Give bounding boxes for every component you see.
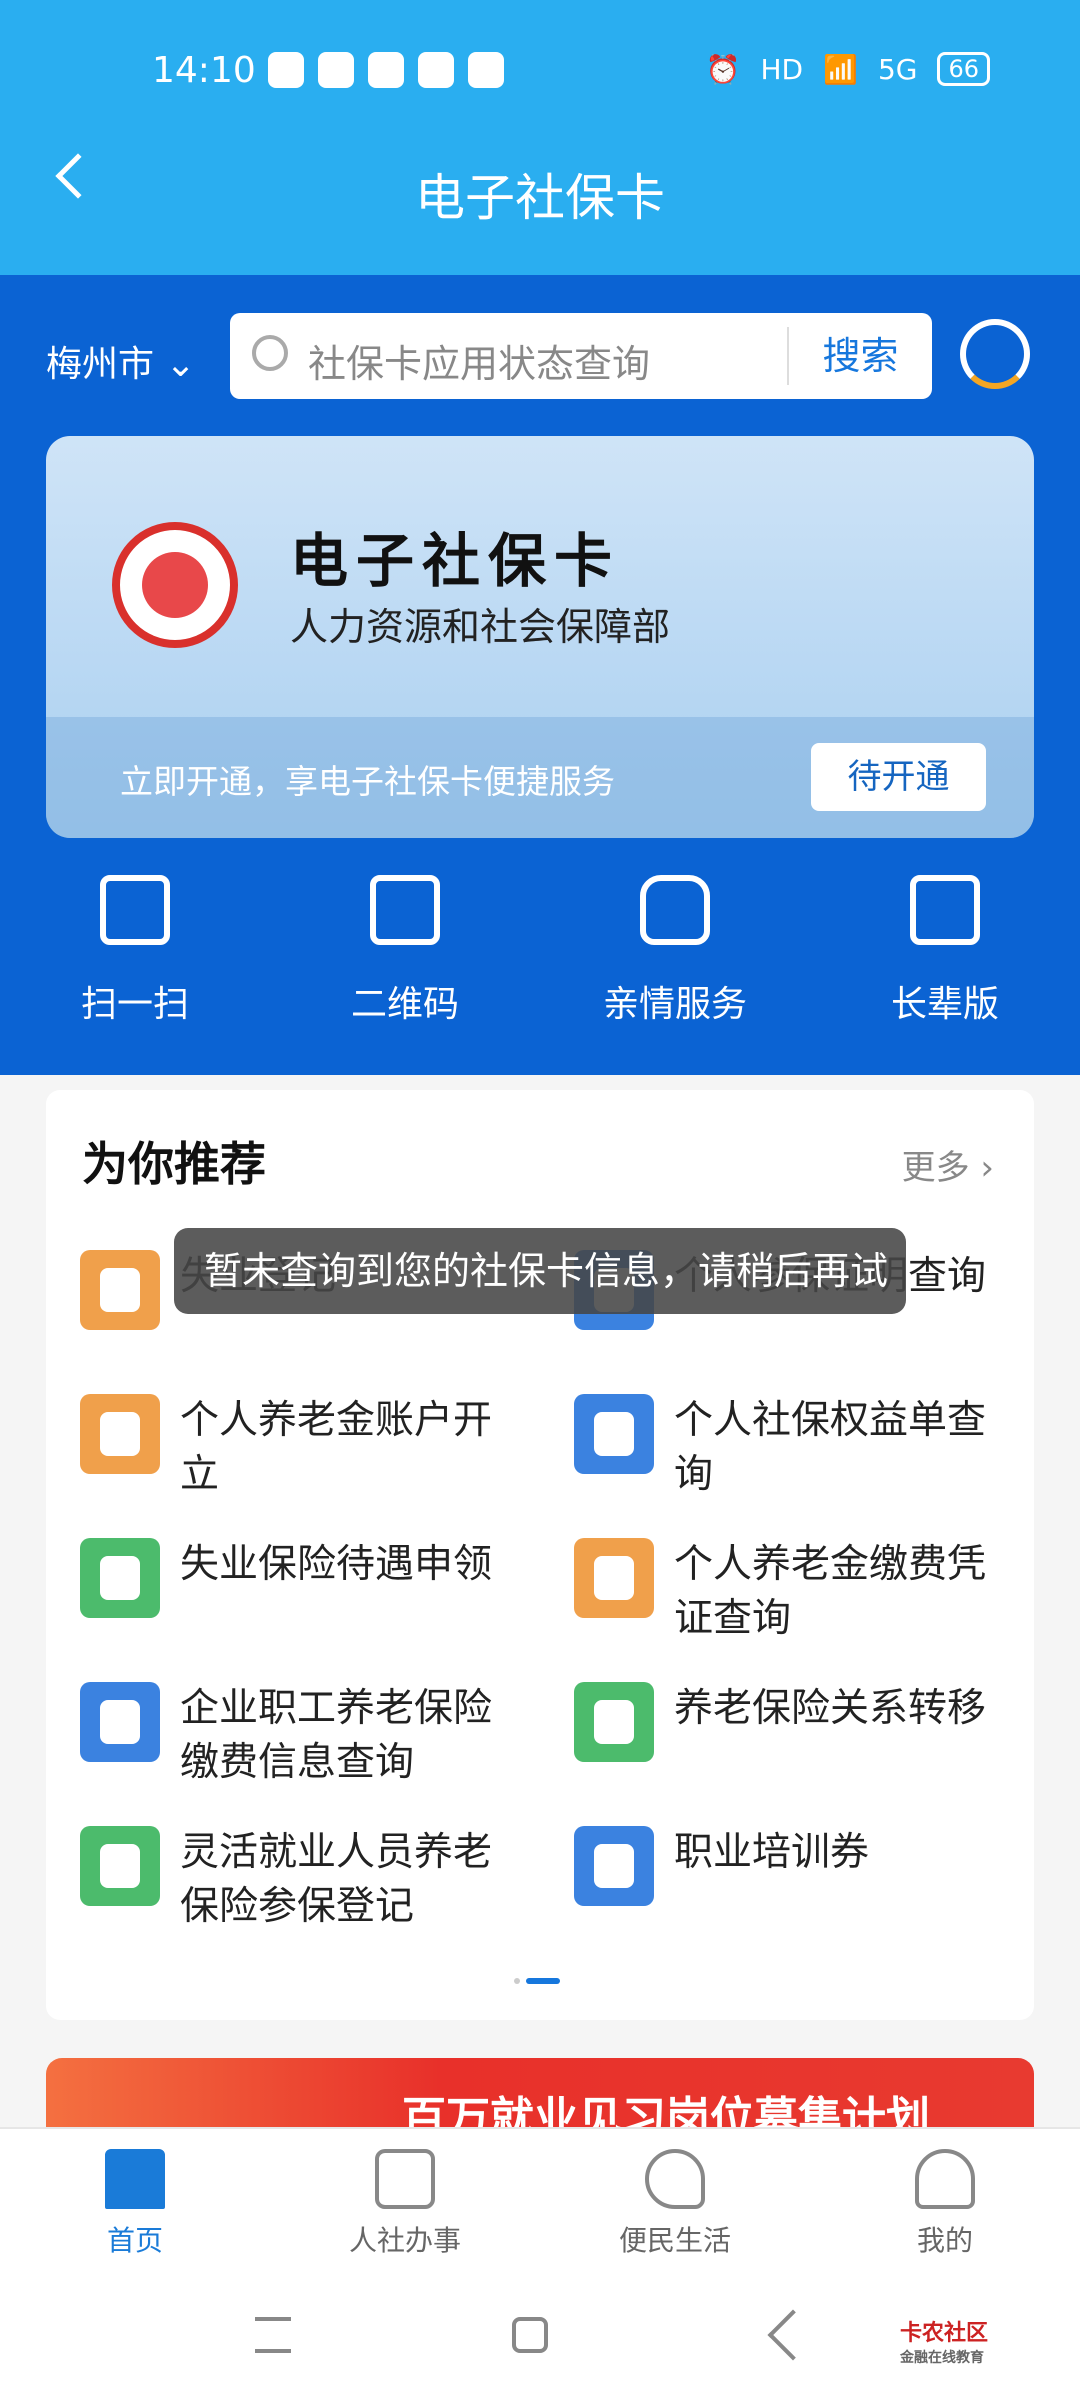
- recommend-item[interactable]: 企业职工养老保险缴费信息查询: [80, 1682, 574, 1785]
- card-subtitle: 人力资源和社会保障部: [290, 605, 671, 649]
- user-icon: [915, 2149, 975, 2209]
- recommend-item[interactable]: 个人养老金缴费凭证查询: [574, 1538, 1020, 1641]
- recommend-grid: 失业登记个人参保证明查询个人养老金账户开立个人社保权益单查询失业保险待遇申领个人…: [80, 1250, 1020, 1929]
- tab-home[interactable]: 首页: [0, 2129, 270, 2267]
- recommend-item[interactable]: 个人养老金账户开立: [80, 1394, 574, 1497]
- app-icon: [368, 52, 404, 88]
- hd-icon: HD: [760, 52, 804, 86]
- section-title: 为你推荐: [82, 1137, 266, 1191]
- quick-actions: 扫一扫 二维码 亲情服务 长辈版: [0, 875, 1080, 1027]
- scan-icon: [100, 875, 170, 945]
- recommend-item-label: 灵活就业人员养老保险参保登记: [180, 1830, 493, 1929]
- banner-text: 百万就业见习岗位募集计划: [402, 2093, 930, 2128]
- recommend-item-label: 养老保险关系转移: [674, 1686, 987, 1731]
- search-bar[interactable]: 社保卡应用状态查询 搜索: [230, 313, 932, 399]
- recommend-item-label: 个人养老金缴费凭证查询: [674, 1542, 987, 1641]
- bottom-tab-bar: 首页 人社办事 便民生活 我的: [0, 2127, 1080, 2267]
- handshake-heart-icon: [645, 2149, 705, 2209]
- hero-section: 梅州市 ⌄ 社保卡应用状态查询 搜索 电子社保卡 人力资源和社会保障部 立即开通…: [0, 275, 1080, 1075]
- signal-icon: 5G: [877, 52, 918, 86]
- chevron-down-icon: ⌄: [165, 344, 196, 385]
- quick-label: 二维码: [350, 984, 459, 1025]
- customer-service-icon[interactable]: [960, 319, 1030, 389]
- quick-label: 长辈版: [890, 984, 999, 1025]
- quick-qrcode[interactable]: 二维码: [270, 875, 540, 1027]
- shield-search-icon: [80, 1682, 160, 1762]
- promo-banner[interactable]: 百万就业见习岗位募集计划: [46, 2058, 1034, 2128]
- status-bar: 14:10 ⏰ HD 📶 5G 66: [0, 0, 1080, 140]
- recommend-item[interactable]: 职业培训券: [574, 1826, 1020, 1920]
- recommend-item-label: 个人社保权益单查询: [674, 1398, 987, 1497]
- city-label: 梅州市: [46, 344, 155, 385]
- more-link[interactable]: 更多 ›: [902, 1140, 994, 1189]
- search-icon: [252, 335, 288, 371]
- search-input[interactable]: 社保卡应用状态查询: [308, 333, 650, 388]
- tab-life[interactable]: 便民生活: [540, 2129, 810, 2267]
- quick-scan[interactable]: 扫一扫: [0, 875, 270, 1027]
- recommend-item-label: 个人养老金账户开立: [180, 1398, 493, 1497]
- app-icon: [318, 52, 354, 88]
- home-icon: [105, 2149, 165, 2209]
- voucher-icon: [574, 1826, 654, 1906]
- recommend-item[interactable]: 养老保险关系转移: [574, 1682, 1020, 1776]
- menu-icon[interactable]: [255, 2317, 291, 2353]
- tiktok-icon: [468, 52, 504, 88]
- tab-mine[interactable]: 我的: [810, 2129, 1080, 2267]
- tab-label: 便民生活: [618, 2224, 731, 2257]
- city-selector[interactable]: 梅州市 ⌄: [46, 335, 196, 387]
- recommend-item[interactable]: 灵活就业人员养老保险参保登记: [80, 1826, 574, 1929]
- card-activation-bar: 立即开通，享电子社保卡便捷服务 待开通: [46, 717, 1034, 838]
- watermark-name: 卡农社区: [900, 2321, 989, 2346]
- elder-mode-icon: [910, 875, 980, 945]
- quick-label: 扫一扫: [80, 984, 189, 1025]
- briefcase-icon: [80, 1250, 160, 1330]
- piggy-bank-icon: [574, 1538, 654, 1618]
- tab-services[interactable]: 人社办事: [270, 2129, 540, 2267]
- system-nav-bar: 卡农社区金融在线教育: [0, 2267, 1080, 2400]
- top-header: 14:10 ⏰ HD 📶 5G 66 电子社保卡: [0, 0, 1080, 275]
- social-security-seal-logo: [112, 522, 238, 648]
- quick-family-service[interactable]: 亲情服务: [540, 875, 810, 1027]
- tab-label: 人社办事: [348, 2224, 461, 2257]
- recommend-item-label: 职业培训券: [674, 1830, 870, 1875]
- search-button[interactable]: 搜索: [787, 327, 932, 385]
- tab-label: 首页: [106, 2224, 163, 2257]
- home-nav-icon[interactable]: [512, 2317, 548, 2353]
- qrcode-icon: [370, 875, 440, 945]
- recommend-item-label: 失业保险待遇申领: [180, 1542, 493, 1587]
- activation-prompt: 立即开通，享电子社保卡便捷服务: [120, 762, 615, 801]
- back-nav-icon[interactable]: [767, 2309, 819, 2361]
- elder-icon: [574, 1682, 654, 1762]
- shield-lock-icon: [80, 1538, 160, 1618]
- watermark-logo: 卡农社区金融在线教育: [900, 2315, 988, 2367]
- system-icons: ⏰ HD 📶 5G 66: [706, 52, 990, 86]
- family-service-icon: [640, 875, 710, 945]
- page-dot-active: [526, 1978, 560, 1984]
- weibo-icon: [418, 52, 454, 88]
- status-time: 14:10: [152, 50, 256, 91]
- notification-icons: [268, 52, 504, 88]
- piggy-bank-icon: [80, 1394, 160, 1474]
- page-indicator: [514, 1978, 560, 1984]
- quick-elder-mode[interactable]: 长辈版: [810, 875, 1080, 1027]
- card-title: 电子社保卡: [290, 527, 621, 595]
- watermark-sub: 金融在线教育: [900, 2350, 984, 2366]
- page-dot: [514, 1978, 520, 1984]
- wechat-icon: [268, 52, 304, 88]
- shield-search-icon: [574, 1394, 654, 1474]
- si-icon: [375, 2149, 435, 2209]
- tab-label: 我的: [916, 2224, 973, 2257]
- social-security-card[interactable]: 电子社保卡 人力资源和社会保障部 立即开通，享电子社保卡便捷服务 待开通: [46, 436, 1034, 838]
- battery-icon: 66: [937, 52, 990, 86]
- alarm-icon: ⏰: [705, 52, 741, 86]
- recommend-item[interactable]: 个人社保权益单查询: [574, 1394, 1020, 1497]
- elder-icon: [80, 1826, 160, 1906]
- toast-message: 暂未查询到您的社保卡信息，请稍后再试: [174, 1228, 906, 1314]
- page-title: 电子社保卡: [415, 169, 665, 227]
- recommend-item-label: 企业职工养老保险缴费信息查询: [180, 1686, 493, 1785]
- activate-button[interactable]: 待开通: [811, 743, 986, 811]
- recommend-item[interactable]: 失业保险待遇申领: [80, 1538, 574, 1632]
- quick-label: 亲情服务: [602, 984, 747, 1025]
- wifi-icon: 📶: [823, 52, 858, 86]
